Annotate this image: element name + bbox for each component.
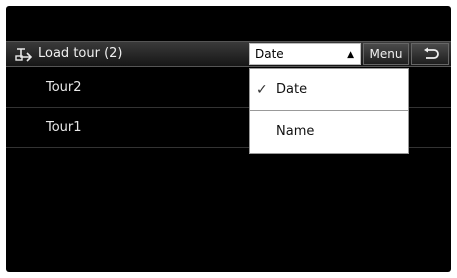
- tour-label: Tour2: [46, 80, 82, 95]
- sort-option-name[interactable]: Name: [250, 111, 408, 153]
- back-button[interactable]: [411, 43, 449, 65]
- sort-select-value: Date: [255, 47, 284, 61]
- menu-button[interactable]: Menu: [363, 43, 409, 65]
- sort-option-date[interactable]: ✓ Date: [250, 69, 408, 111]
- checkmark-icon: ✓: [256, 82, 268, 98]
- screen: Load tour (2) Date ▲ Menu Tour2 Tour1 ✓ …: [6, 6, 451, 272]
- sort-option-label: Name: [276, 124, 315, 139]
- sort-select[interactable]: Date ▲: [249, 43, 361, 65]
- page-title: Load tour (2): [38, 46, 123, 61]
- back-arrow-icon: [424, 47, 439, 59]
- caret-up-icon: ▲: [347, 50, 354, 60]
- header-bar: Load tour (2) Date ▲ Menu: [6, 41, 451, 67]
- tour-label: Tour1: [46, 120, 82, 135]
- route-icon: [14, 45, 36, 63]
- sort-dropdown-menu: ✓ Date Name: [249, 68, 409, 154]
- sort-option-label: Date: [276, 82, 308, 97]
